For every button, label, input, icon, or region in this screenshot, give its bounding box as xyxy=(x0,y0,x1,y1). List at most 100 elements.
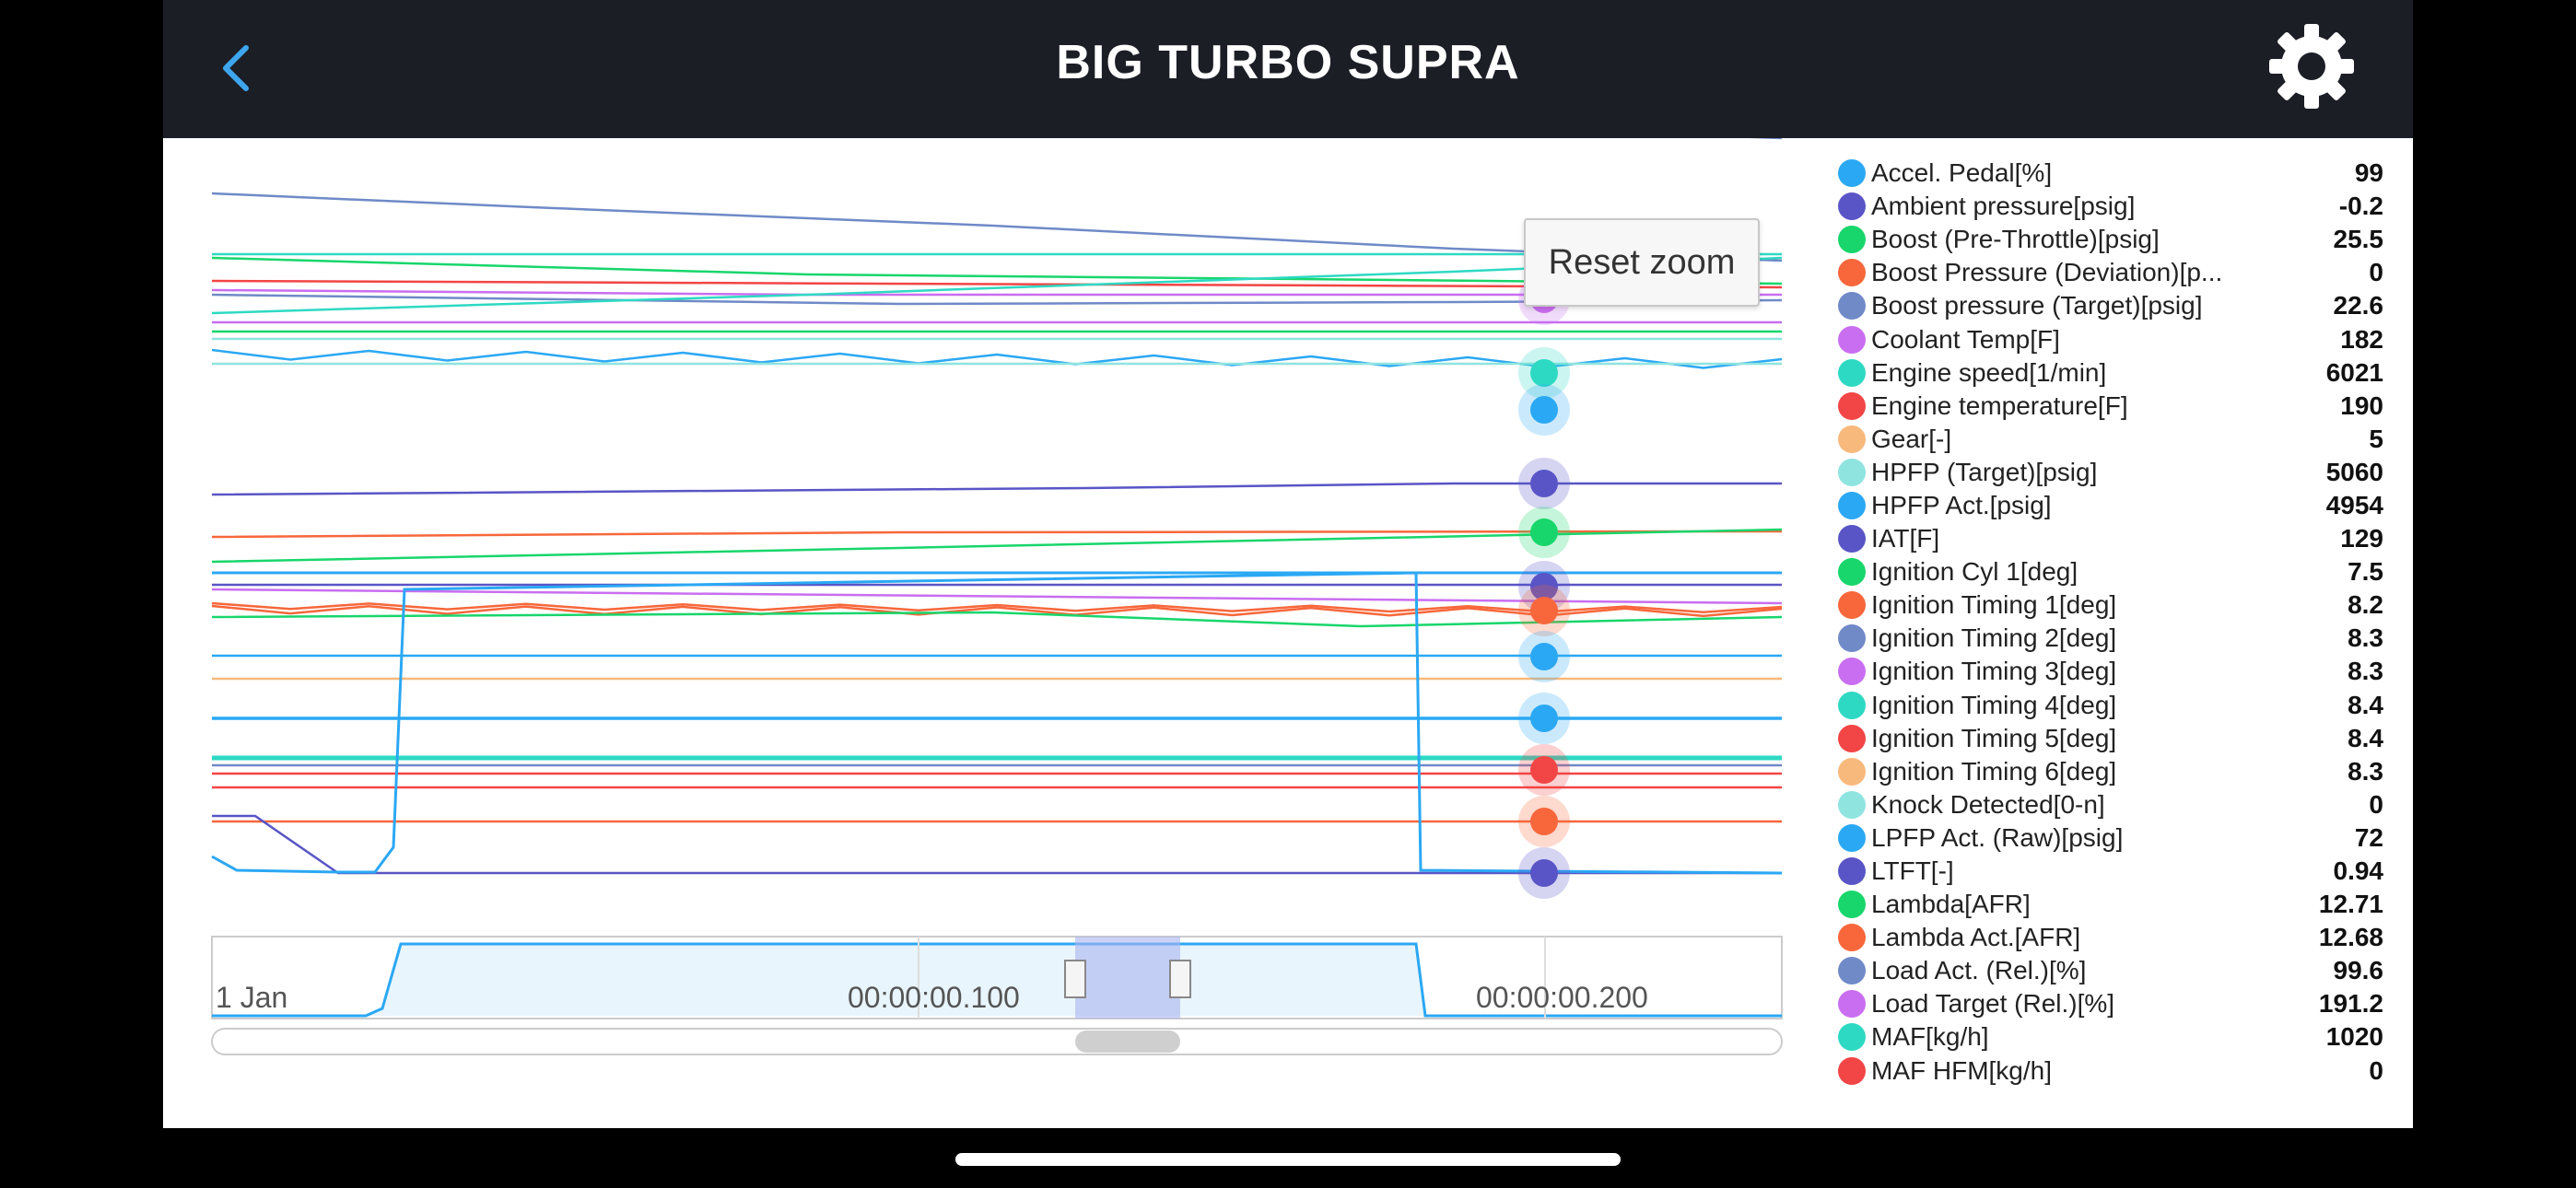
legend-item-value: 6021 xyxy=(2325,357,2383,387)
legend-item-value: 22.6 xyxy=(2333,291,2384,320)
legend-color-dot xyxy=(1838,757,1866,786)
legend-color-dot xyxy=(1838,1023,1866,1052)
series-point xyxy=(1530,518,1558,546)
legend-item-value: 8.3 xyxy=(2348,657,2383,686)
legend-item-value: 8.4 xyxy=(2348,690,2383,719)
legend-color-dot xyxy=(1838,823,1866,852)
scrollbar-thumb xyxy=(1075,1031,1180,1053)
legend-item-label: LPFP Act. (Raw)[psig] xyxy=(1871,822,2124,852)
legend-item-value: 25.5 xyxy=(2333,225,2384,254)
legend-color-dot xyxy=(1838,226,1866,254)
legend-item[interactable]: Coolant Temp[F] 182 xyxy=(1838,322,2391,355)
reset-zoom-button[interactable]: Reset zoom xyxy=(1524,218,1760,307)
legend-item[interactable]: Ignition Timing 6[deg] 8.3 xyxy=(1838,755,2391,788)
legend-color-dot xyxy=(1838,624,1866,653)
legend-item-value: 8.3 xyxy=(2348,756,2383,786)
legend-color-dot xyxy=(1838,1056,1866,1085)
legend-item-value: 129 xyxy=(2340,524,2383,553)
navigator-label: 00:00:00.200 xyxy=(1476,981,1648,1014)
legend-item-value: 8.2 xyxy=(2348,590,2383,620)
series-point xyxy=(1530,643,1558,670)
legend-color-dot xyxy=(1838,891,1866,919)
legend-item-label: Ignition Cyl 1[deg] xyxy=(1871,557,2078,587)
legend-item-label: Ambient pressure[psig] xyxy=(1871,192,2136,221)
legend-color-dot xyxy=(1838,358,1866,387)
legend-item-label: Ignition Timing 3[deg] xyxy=(1871,657,2117,686)
series-point xyxy=(1530,470,1558,497)
legend-item-label: HPFP (Target)[psig] xyxy=(1871,457,2098,486)
legend-item-value: 12.71 xyxy=(2318,890,2383,919)
app-window: BIG TURBO SUPRA 1 Jan 00:00:00.100 00:00: xyxy=(163,0,2413,1128)
legend-color-dot xyxy=(1838,458,1866,486)
legend-item[interactable]: Ignition Timing 2[deg] 8.3 xyxy=(1838,622,2391,655)
legend-color-dot xyxy=(1838,558,1866,587)
legend-item[interactable]: LTFT[-] 0.94 xyxy=(1838,855,2391,888)
legend-item[interactable]: Accel. Pedal[%] 99 xyxy=(1838,157,2391,190)
legend-item[interactable]: Engine speed[1/min] 6021 xyxy=(1838,356,2391,390)
legend-item[interactable]: MAF[kg/h] 1020 xyxy=(1838,1020,2391,1054)
legend-color-dot xyxy=(1838,857,1866,886)
legend-color-dot xyxy=(1838,724,1866,752)
legend-color-dot xyxy=(1838,525,1866,553)
legend-item[interactable]: Boost (Pre-Throttle)[psig] 25.5 xyxy=(1838,223,2391,256)
legend-item[interactable]: Ignition Timing 5[deg] 8.4 xyxy=(1838,722,2391,755)
legend-item[interactable]: Ignition Timing 1[deg] 8.2 xyxy=(1838,588,2391,622)
navigator-label: 1 Jan xyxy=(216,981,287,1014)
legend-item[interactable]: Ignition Timing 4[deg] 8.4 xyxy=(1838,689,2391,722)
legend-item[interactable]: Knock Detected[0-n] 0 xyxy=(1838,788,2391,821)
legend-item[interactable]: MAF HFM[kg/h] 0 xyxy=(1838,1054,2391,1087)
legend-color-dot xyxy=(1838,192,1866,221)
legend-item-label: Engine speed[1/min] xyxy=(1871,357,2107,387)
legend-color-dot xyxy=(1838,658,1866,686)
legend-item[interactable]: Boost Pressure (Deviation)[p... 0 xyxy=(1838,256,2391,289)
legend-color-dot xyxy=(1838,591,1866,620)
legend-color-dot xyxy=(1838,924,1866,952)
legend-color-dot xyxy=(1838,691,1866,719)
legend-item[interactable]: Boost pressure (Target)[psig] 22.6 xyxy=(1838,289,2391,322)
series-point xyxy=(1530,756,1558,784)
legend-item-label: Ignition Timing 5[deg] xyxy=(1871,723,2117,752)
legend-item[interactable]: IAT[F] 129 xyxy=(1838,522,2391,555)
legend-item-value: 5 xyxy=(2369,424,2383,453)
legend-item-label: MAF[kg/h] xyxy=(1871,1022,1989,1052)
navigator-handle xyxy=(1064,960,1086,998)
series-point xyxy=(1530,859,1558,887)
legend: Accel. Pedal[%] 99 Ambient pressure[psig] -… xyxy=(1838,157,2391,1087)
legend-item[interactable]: HPFP (Target)[psig] 5060 xyxy=(1838,456,2391,489)
legend-item-label: Boost Pressure (Deviation)[p... xyxy=(1871,258,2223,287)
legend-item[interactable]: Ignition Timing 3[deg] 8.3 xyxy=(1838,655,2391,688)
legend-item-value: 182 xyxy=(2340,324,2383,354)
legend-item[interactable]: Lambda Act.[AFR] 12.68 xyxy=(1838,921,2391,954)
legend-item-value: 8.4 xyxy=(2348,723,2383,752)
scrollbar-track xyxy=(211,1028,1783,1055)
nav-bar: BIG TURBO SUPRA xyxy=(163,0,2413,138)
gear-icon xyxy=(2269,24,2354,109)
series-point xyxy=(1530,359,1558,387)
legend-item-value: 1020 xyxy=(2325,1022,2383,1052)
legend-item-value: 0 xyxy=(2369,1055,2383,1085)
legend-item-label: Boost pressure (Target)[psig] xyxy=(1871,291,2203,320)
legend-item[interactable]: Engine temperature[F] 190 xyxy=(1838,390,2391,423)
legend-item[interactable]: Ignition Cyl 1[deg] 7.5 xyxy=(1838,555,2391,588)
legend-item[interactable]: Gear[-] 5 xyxy=(1838,423,2391,456)
legend-color-dot xyxy=(1838,990,1866,1019)
legend-item-label: Ignition Timing 1[deg] xyxy=(1871,590,2117,620)
legend-item[interactable]: Lambda[AFR] 12.71 xyxy=(1838,888,2391,921)
legend-item-label: Lambda[AFR] xyxy=(1871,890,2031,919)
legend-item-label: Ignition Timing 2[deg] xyxy=(1871,623,2117,653)
legend-item[interactable]: HPFP Act.[psig] 4954 xyxy=(1838,489,2391,522)
legend-item[interactable]: Load Target (Rel.)[%] 191.2 xyxy=(1838,987,2391,1020)
legend-item-value: 8.3 xyxy=(2348,623,2383,653)
navigator-label: 00:00:00.100 xyxy=(848,981,1020,1014)
legend-item-label: Ignition Timing 4[deg] xyxy=(1871,690,2117,719)
legend-item-label: Boost (Pre-Throttle)[psig] xyxy=(1871,225,2160,254)
legend-item[interactable]: Ambient pressure[psig] -0.2 xyxy=(1838,190,2391,223)
legend-item-value: 0 xyxy=(2369,789,2383,819)
legend-item[interactable]: Load Act. (Rel.)[%] 99.6 xyxy=(1838,954,2391,987)
legend-item-label: Gear[-] xyxy=(1871,424,1952,453)
legend-color-dot xyxy=(1838,391,1866,420)
settings-button[interactable] xyxy=(2266,20,2358,112)
legend-item[interactable]: LPFP Act. (Raw)[psig] 72 xyxy=(1838,821,2391,855)
chart-area[interactable]: 1 Jan 00:00:00.100 00:00:00.200 Reset zoom xyxy=(163,138,1812,1128)
legend-item-label: Load Act. (Rel.)[%] xyxy=(1871,956,2087,985)
